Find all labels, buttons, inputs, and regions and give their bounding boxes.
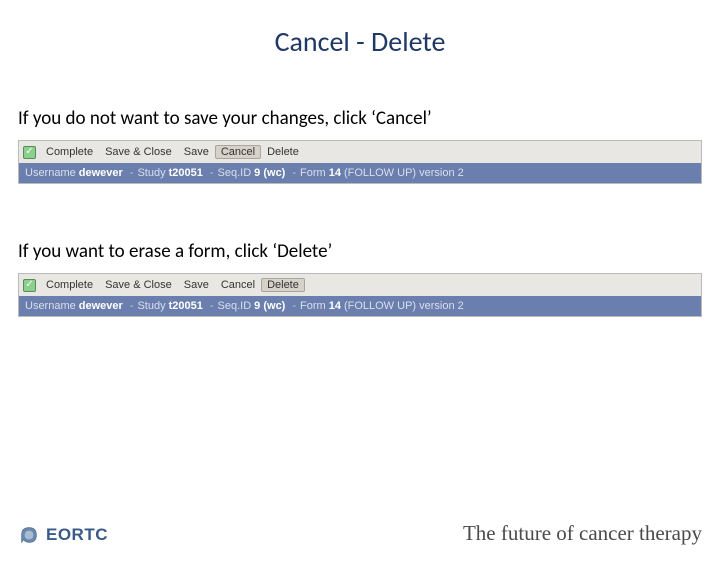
study-label: Study bbox=[137, 300, 165, 312]
cancel-button[interactable]: Cancel bbox=[215, 145, 261, 159]
toolbar-cancel-example: ✓ Complete Save & Close Save Cancel Dele… bbox=[18, 140, 702, 184]
footer: EORTC The future of cancer therapy bbox=[18, 521, 702, 546]
tagline: The future of cancer therapy bbox=[463, 521, 702, 546]
eortc-logo-text: EORTC bbox=[46, 525, 108, 545]
separator-icon: - bbox=[130, 167, 134, 179]
separator-icon: - bbox=[292, 167, 296, 179]
seqid-value: 9 (wc) bbox=[254, 300, 285, 312]
form-value: 14 bbox=[329, 167, 341, 179]
status-bar: Username dewever - Study t20051 - Seq.ID… bbox=[19, 163, 701, 183]
form-extra: (FOLLOW UP) version 2 bbox=[344, 300, 464, 312]
save-close-button[interactable]: Save & Close bbox=[99, 278, 178, 292]
toolbar-top-row: ✓ Complete Save & Close Save Cancel Dele… bbox=[19, 141, 701, 163]
form-extra: (FOLLOW UP) version 2 bbox=[344, 167, 464, 179]
complete-button[interactable]: Complete bbox=[40, 278, 99, 292]
seqid-label: Seq.ID bbox=[218, 300, 252, 312]
separator-icon: - bbox=[292, 300, 296, 312]
complete-button[interactable]: Complete bbox=[40, 145, 99, 159]
cancel-button[interactable]: Cancel bbox=[215, 278, 261, 292]
seqid-value: 9 (wc) bbox=[254, 167, 285, 179]
save-button[interactable]: Save bbox=[178, 278, 215, 292]
form-label: Form bbox=[300, 167, 326, 179]
username-label: Username bbox=[25, 300, 76, 312]
delete-button[interactable]: Delete bbox=[261, 145, 305, 159]
study-label: Study bbox=[137, 167, 165, 179]
instruction-cancel: If you do not want to save your changes,… bbox=[18, 107, 720, 130]
status-bar: Username dewever - Study t20051 - Seq.ID… bbox=[19, 296, 701, 316]
form-value: 14 bbox=[329, 300, 341, 312]
instruction-delete: If you want to erase a form, click ‘Dele… bbox=[18, 240, 720, 263]
page-title: Cancel - Delete bbox=[0, 24, 720, 59]
username-label: Username bbox=[25, 167, 76, 179]
complete-checkbox-icon: ✓ bbox=[23, 146, 36, 159]
seqid-label: Seq.ID bbox=[218, 167, 252, 179]
study-value: t20051 bbox=[169, 300, 203, 312]
toolbar-delete-example: ✓ Complete Save & Close Save Cancel Dele… bbox=[18, 273, 702, 317]
study-value: t20051 bbox=[169, 167, 203, 179]
eortc-logo-icon bbox=[18, 524, 40, 546]
toolbar-top-row: ✓ Complete Save & Close Save Cancel Dele… bbox=[19, 274, 701, 296]
separator-icon: - bbox=[130, 300, 134, 312]
save-close-button[interactable]: Save & Close bbox=[99, 145, 178, 159]
complete-checkbox-icon: ✓ bbox=[23, 279, 36, 292]
save-button[interactable]: Save bbox=[178, 145, 215, 159]
username-value: dewever bbox=[79, 167, 123, 179]
eortc-logo: EORTC bbox=[18, 524, 108, 546]
separator-icon: - bbox=[210, 300, 214, 312]
form-label: Form bbox=[300, 300, 326, 312]
separator-icon: - bbox=[210, 167, 214, 179]
username-value: dewever bbox=[79, 300, 123, 312]
delete-button[interactable]: Delete bbox=[261, 278, 305, 292]
